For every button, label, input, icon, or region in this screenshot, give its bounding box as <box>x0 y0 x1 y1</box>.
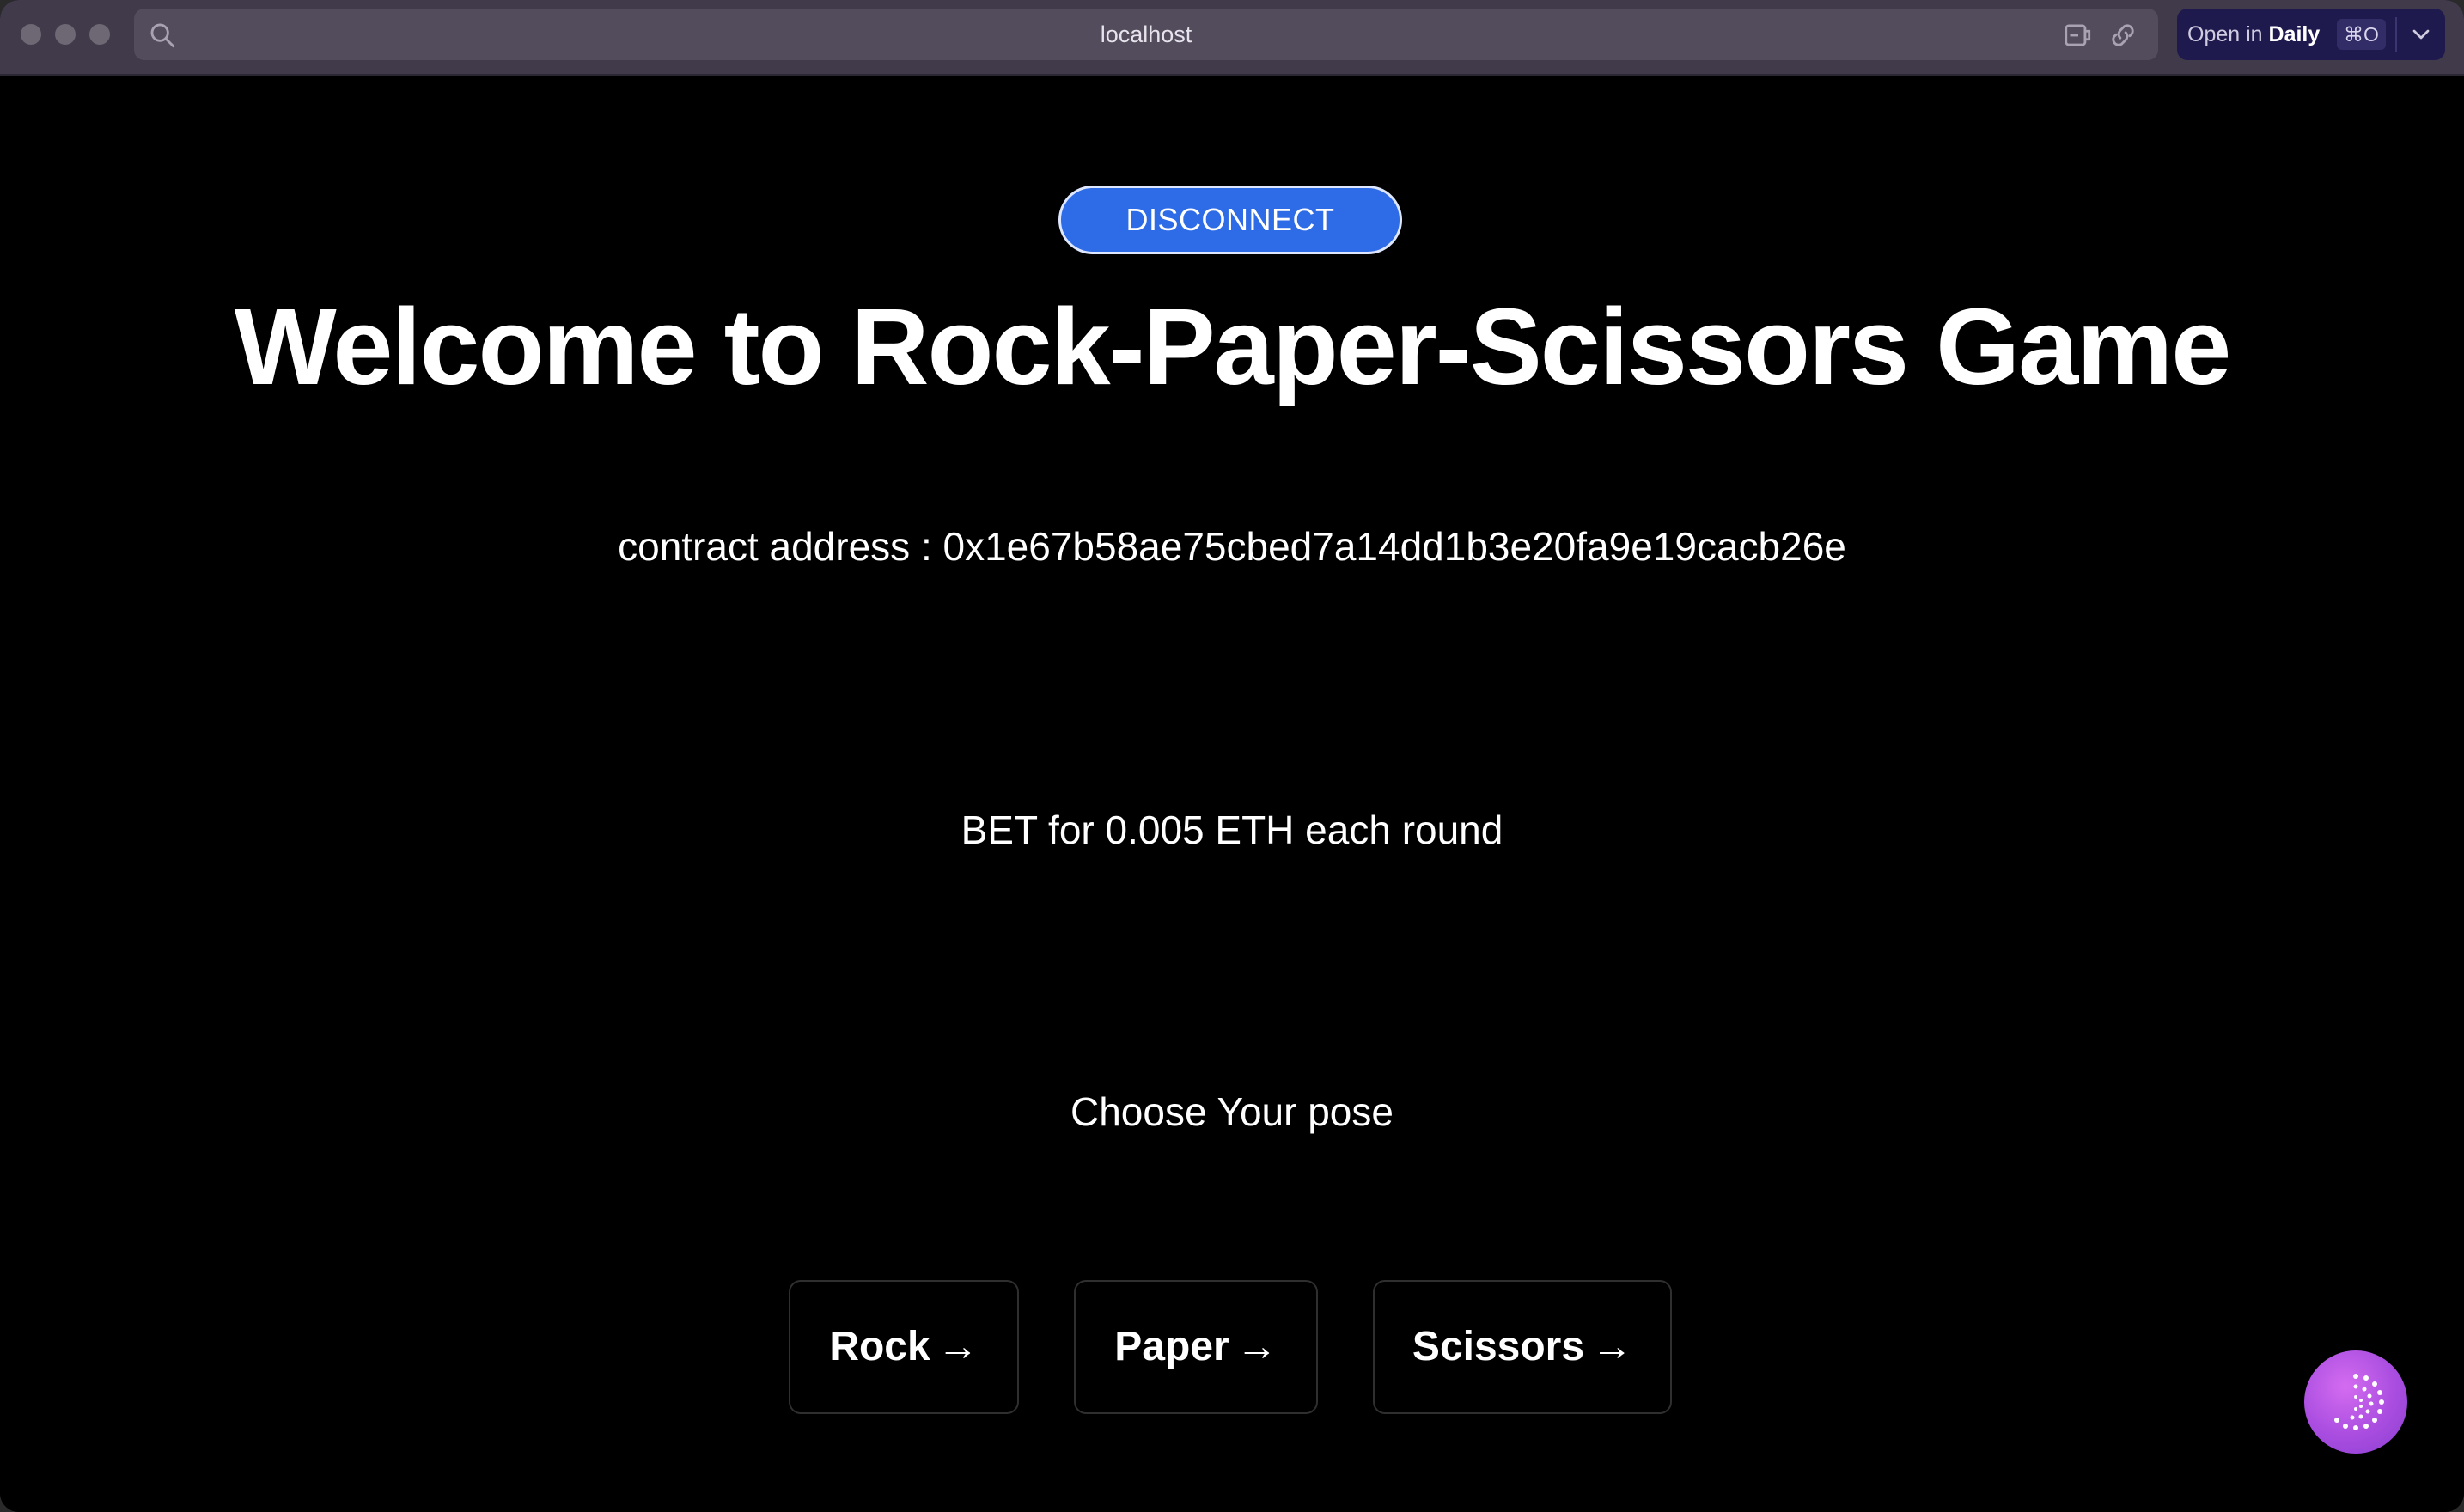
browser-window: localhost Open in Daily ⌘O DISCONNECT We… <box>0 0 2464 1512</box>
arrow-right-icon: → <box>1235 1324 1278 1369</box>
contract-address: contract address : 0x1e67b58ae75cbed7a14… <box>618 524 1846 569</box>
link-icon[interactable] <box>2107 19 2139 52</box>
assistant-fab-button[interactable] <box>2304 1350 2407 1454</box>
arrow-right-icon: → <box>1591 1324 1633 1369</box>
shortcut-badge: ⌘O <box>2337 19 2386 50</box>
rock-label: Rock <box>829 1324 930 1369</box>
choose-pose-label: Choose Your pose <box>1070 1089 1394 1134</box>
divider <box>2395 17 2397 52</box>
reader-mode-icon[interactable] <box>2062 19 2095 52</box>
chevron-down-icon[interactable] <box>2407 21 2435 48</box>
open-in-daily-button[interactable]: Open in Daily ⌘O <box>2177 9 2445 60</box>
bet-info: BET for 0.005 ETH each round <box>961 808 1503 852</box>
paper-button[interactable]: Paper → <box>1074 1280 1318 1414</box>
page-title: Welcome to Rock-Paper-Scissors Game <box>234 286 2232 407</box>
window-zoom-button[interactable] <box>89 24 110 45</box>
page-content: DISCONNECT Welcome to Rock-Paper-Scissor… <box>0 76 2464 1512</box>
disconnect-button[interactable]: DISCONNECT <box>1058 186 1402 254</box>
window-minimize-button[interactable] <box>55 24 76 45</box>
address-bar[interactable]: localhost <box>134 9 2158 60</box>
open-in-label: Open in Daily <box>2187 22 2321 46</box>
window-close-button[interactable] <box>21 24 41 45</box>
rock-button[interactable]: Rock → <box>789 1280 1019 1414</box>
scissors-label: Scissors <box>1412 1324 1585 1369</box>
url-text[interactable]: localhost <box>134 9 2158 60</box>
scissors-button[interactable]: Scissors → <box>1373 1280 1672 1414</box>
paper-label: Paper <box>1114 1324 1229 1369</box>
browser-titlebar: localhost Open in Daily ⌘O <box>0 0 2464 76</box>
arrow-right-icon: → <box>936 1324 979 1369</box>
assistant-fab-icon <box>2334 1374 2384 1430</box>
